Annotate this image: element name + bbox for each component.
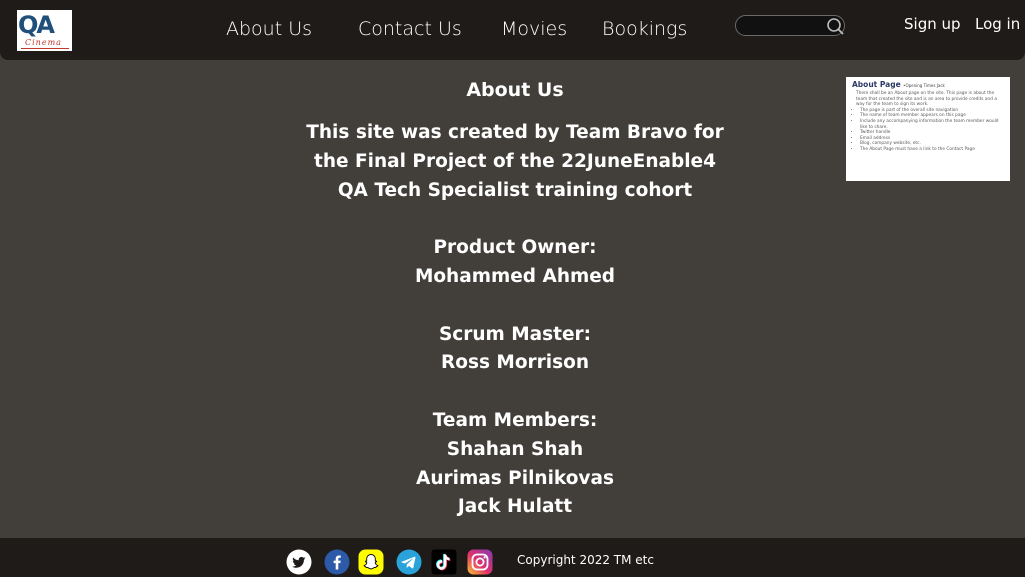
instagram-icon[interactable] — [467, 549, 493, 575]
team-member-name: Shahan Shah — [446, 438, 584, 460]
header: QA Cinema About Us Contact Us Movies Boo… — [0, 0, 1025, 60]
logo-text: QA — [18, 11, 55, 39]
logo-subtext: Cinema — [25, 38, 62, 47]
product-owner-heading: Product Owner: — [433, 237, 597, 259]
intro-line: This site was created by Team Bravo for — [306, 122, 724, 143]
team-member-name: Jack Hulatt — [457, 496, 573, 518]
thumbnail-bullet: The About Page must have a link to the C… — [860, 147, 1004, 153]
team-members-section: Team Members: Shahan Shah Aurimas Pilnik… — [265, 407, 765, 522]
qa-cinema-logo[interactable]: QA Cinema — [17, 10, 72, 51]
footer: Copyright 2022 TM etc — [0, 538, 1025, 577]
nav-movies[interactable]: Movies — [501, 17, 567, 41]
thumbnail-title: About Page — [852, 80, 901, 89]
scrum-master-heading: Scrum Master: — [438, 323, 592, 345]
nav-about-us[interactable]: About Us — [226, 17, 312, 41]
product-owner-section: Product Owner: Mohammed Ahmed — [265, 234, 765, 292]
tiktok-icon[interactable] — [431, 549, 457, 575]
team-member-name: Aurimas Pilnikovas — [416, 467, 614, 489]
thumbnail-bullets: The page is part of the overall site nav… — [852, 108, 1004, 153]
team-members-heading: Team Members: — [432, 409, 598, 431]
twitter-icon[interactable] — [286, 549, 312, 575]
intro-text: This site was created by Team Bravo for … — [295, 119, 735, 205]
requirements-thumbnail: About Page •Opening Times Jack There sha… — [846, 77, 1010, 181]
thumbnail-bullet: Include any accompanying information the… — [860, 119, 1004, 130]
telegram-icon[interactable] — [396, 549, 422, 575]
thumbnail-paragraph: There shall be an About page on the site… — [856, 91, 997, 108]
nav-contact-us[interactable]: Contact Us — [358, 17, 462, 41]
copyright-text: Copyright 2022 TM etc — [517, 553, 654, 567]
thumbnail-title-row: About Page •Opening Times Jack — [852, 80, 1004, 89]
intro-line: QA Tech Specialist training cohort — [337, 179, 693, 201]
signup-link[interactable]: Sign up — [904, 14, 961, 34]
logo-underline — [21, 48, 69, 49]
facebook-icon[interactable] — [324, 549, 350, 575]
login-link[interactable]: Log in — [975, 14, 1020, 34]
page-title: About Us — [466, 79, 564, 101]
snapchat-icon[interactable] — [358, 549, 384, 575]
scrum-master-section: Scrum Master: Ross Morrison — [265, 321, 765, 379]
about-content: About Us This site was created by Team B… — [265, 76, 765, 522]
product-owner-name: Mohammed Ahmed — [414, 265, 616, 287]
thumbnail-title-note: •Opening Times Jack — [903, 83, 945, 88]
scrum-master-name: Ross Morrison — [440, 352, 590, 374]
intro-line: the Final Project of the 22JuneEnable4 — [314, 150, 716, 172]
page: QA Cinema About Us Contact Us Movies Boo… — [0, 0, 1025, 577]
nav-bookings[interactable]: Bookings — [602, 17, 687, 41]
search-icon[interactable] — [826, 17, 844, 35]
